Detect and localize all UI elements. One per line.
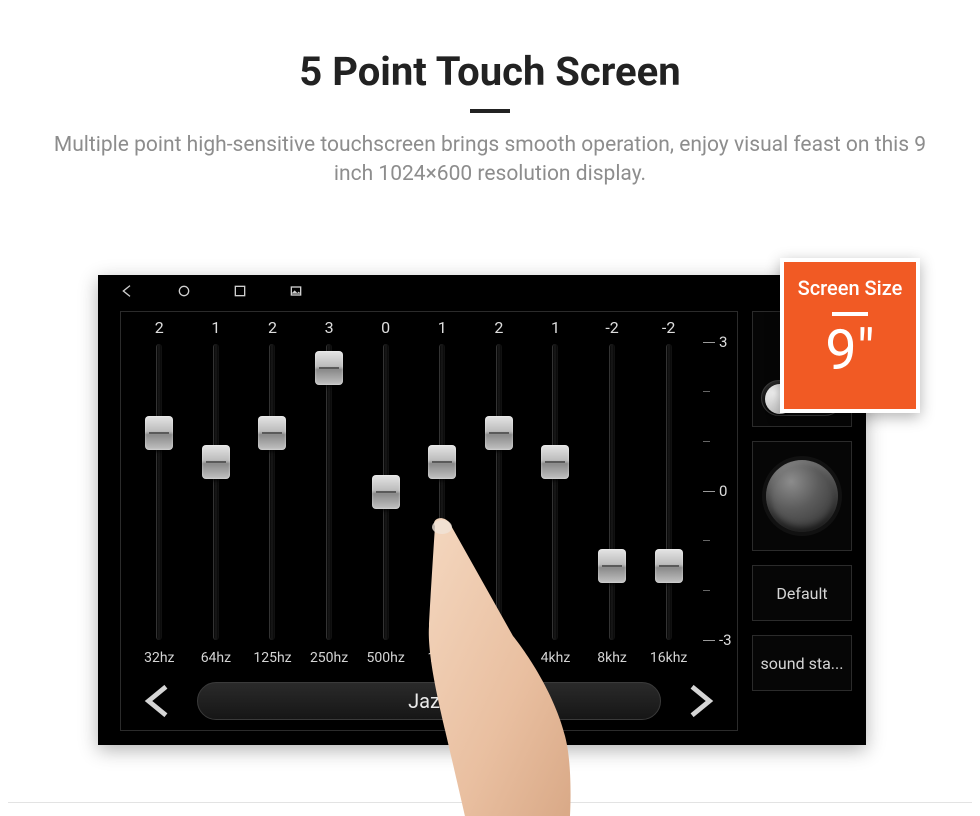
eq-frequency-label: 16khz: [640, 650, 697, 666]
eq-slider[interactable]: -2: [640, 318, 697, 640]
eq-slider[interactable]: 0: [357, 318, 414, 640]
eq-slider[interactable]: 1: [188, 318, 245, 640]
eq-frequency-label: 32hz: [131, 650, 188, 666]
eq-slider-knob[interactable]: [258, 416, 286, 450]
eq-frequency-label: 8khz: [584, 650, 641, 666]
badge-value: 9": [825, 322, 874, 378]
title-underline: [470, 109, 510, 113]
eq-slider[interactable]: 1: [527, 318, 584, 640]
eq-slider-knob[interactable]: [598, 549, 626, 583]
eq-slider-value: 2: [155, 318, 164, 342]
sound-stage-button[interactable]: sound sta...: [752, 635, 852, 691]
eq-slider-value: 2: [268, 318, 277, 342]
eq-slider[interactable]: 1: [414, 318, 471, 640]
default-button[interactable]: Default: [752, 565, 852, 621]
eq-slider[interactable]: 2: [244, 318, 301, 640]
eq-slider-track[interactable]: [496, 344, 502, 640]
eq-slider-value: -2: [605, 318, 618, 342]
page-title: 5 Point Touch Screen: [0, 48, 980, 95]
eq-slider-track[interactable]: [213, 344, 219, 640]
eq-frequency-label: 500hz: [357, 650, 414, 666]
back-icon[interactable]: [120, 283, 136, 303]
eq-slider-knob[interactable]: [145, 416, 173, 450]
eq-slider-value: 3: [325, 318, 334, 342]
eq-slider-track[interactable]: [666, 344, 672, 640]
scale-label-bottom: -3: [719, 631, 732, 649]
screen-size-badge: Screen Size 9": [780, 258, 920, 413]
eq-frequency-label: 250hz: [301, 650, 358, 666]
image-icon[interactable]: [288, 283, 304, 303]
eq-slider-value: 1: [438, 318, 447, 342]
scale-label-top: 3: [719, 333, 727, 351]
equalizer-panel: 2 1 2 3 0 1 2 1 -2 -2 3 0 -3 32hz64hz125hz250hz50…: [120, 311, 738, 731]
preset-next-button[interactable]: [681, 682, 719, 720]
frequency-labels: 32hz64hz125hz250hz500hz1khz2khz4khz8khz1…: [131, 650, 697, 666]
preset-prev-button[interactable]: [139, 682, 177, 720]
eq-slider-track[interactable]: [609, 344, 615, 640]
eq-slider-track[interactable]: [383, 344, 389, 640]
eq-slider-knob[interactable]: [372, 475, 400, 509]
eq-slider-track[interactable]: [269, 344, 275, 640]
eq-slider-value: 1: [211, 318, 220, 342]
badge-title: Screen Size: [798, 276, 903, 300]
scale-label-mid: 0: [719, 482, 727, 500]
eq-slider-knob[interactable]: [202, 445, 230, 479]
eq-frequency-label: 1khz: [414, 650, 471, 666]
eq-frequency-label: 4khz: [527, 650, 584, 666]
eq-slider-track[interactable]: [326, 344, 332, 640]
eq-slider-value: 0: [381, 318, 390, 342]
eq-slider-track[interactable]: [156, 344, 162, 640]
eq-slider-value: 2: [494, 318, 503, 342]
divider: [8, 802, 972, 803]
eq-slider-knob[interactable]: [428, 445, 456, 479]
page-subtitle: Multiple point high-sensitive touchscree…: [20, 131, 960, 190]
eq-slider-track[interactable]: [439, 344, 445, 640]
eq-slider-track[interactable]: [552, 344, 558, 640]
eq-frequency-label: 125hz: [244, 650, 301, 666]
eq-slider-value: -2: [662, 318, 675, 342]
eq-slider[interactable]: 2: [131, 318, 188, 640]
eq-frequency-label: 64hz: [188, 650, 245, 666]
home-icon[interactable]: [176, 283, 192, 303]
eq-scale: 3 0 -3: [703, 342, 737, 640]
eq-slider-value: 1: [551, 318, 560, 342]
eq-slider-knob[interactable]: [541, 445, 569, 479]
eq-slider-knob[interactable]: [315, 351, 343, 385]
eq-slider[interactable]: -2: [584, 318, 641, 640]
badge-underline: [832, 312, 868, 316]
eq-slider[interactable]: 3: [301, 318, 358, 640]
recent-icon[interactable]: [232, 283, 248, 303]
eq-frequency-label: 2khz: [471, 650, 528, 666]
eq-slider-knob[interactable]: [485, 416, 513, 450]
fader-knob[interactable]: [766, 460, 838, 532]
status-bar: [98, 275, 866, 307]
eq-slider[interactable]: 2: [471, 318, 528, 640]
preset-name[interactable]: Jazz: [197, 682, 661, 720]
eq-slider-knob[interactable]: [655, 549, 683, 583]
device-screen: 2 1 2 3 0 1 2 1 -2 -2 3 0 -3 32hz64hz125hz250hz50…: [98, 275, 866, 745]
